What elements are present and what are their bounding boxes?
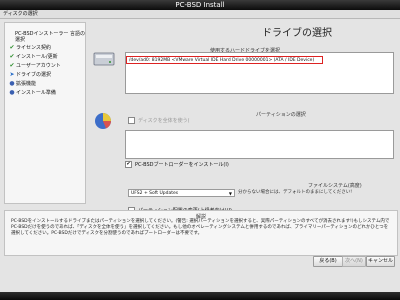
partition-section-label: パーティションの選択	[256, 112, 306, 118]
use-entire-disk-checkbox[interactable]: ディスクを全体を使う(	[128, 117, 190, 124]
pie-chart-icon	[91, 110, 117, 132]
partition-list[interactable]	[125, 130, 394, 159]
checkmark-icon: ✔	[9, 62, 15, 69]
bullet-icon: ●	[9, 80, 15, 87]
sidebar-heading: PC-BSDインストーラー 言語の選択	[15, 31, 85, 43]
sidebar-item-user-account: ✔ ユーザーアカウント	[5, 61, 85, 70]
sidebar-item-label: ユーザーアカウント	[16, 63, 61, 69]
filesystem-select[interactable]: UFS2 + Soft Updates ▼	[128, 189, 235, 197]
back-button[interactable]: 戻る(B)	[313, 256, 343, 267]
sidebar-item-label: 拡張機能	[16, 81, 37, 87]
next-button[interactable]: 次へ(N)	[342, 256, 366, 267]
sidebar-item-label: インストール/更新	[16, 54, 58, 60]
bullet-icon: ●	[9, 89, 15, 96]
window-subtitle: ディスクの選択	[0, 10, 400, 19]
sidebar-item-label: ドライブの選択	[16, 72, 52, 78]
sidebar-item-install-prep: ● インストール準備	[5, 88, 85, 97]
sidebar-item-drive-selection: ➤ ドライブの選択	[5, 70, 85, 79]
help-text: PC-BSDをインストールするドライブまたはパーティションを選択してください。(…	[11, 219, 390, 236]
checkmark-icon[interactable]: ✔	[125, 161, 132, 168]
checkbox-box[interactable]	[128, 117, 135, 124]
sidebar-item-extensions: ● 拡張機能	[5, 79, 85, 88]
filesystem-selected-value: UFS2 + Soft Updates	[131, 191, 179, 196]
checkmark-icon: ✔	[9, 44, 15, 51]
sidebar-item-install-update: ✔ インストール/更新	[5, 52, 85, 61]
checkbox-label: ディスクを全体を使う(	[138, 118, 190, 124]
filesystem-hint: 分からない場合には、デフォルトのままにしてください!	[238, 190, 353, 195]
disk-list[interactable]: /dev/ad0: 8192MB <VMware Virtual IDE Har…	[125, 52, 394, 94]
page-title: ドライブの選択	[262, 28, 332, 39]
filesystem-section-label: ファイルシステム(高度)	[308, 183, 362, 189]
hard-drive-icon	[91, 48, 117, 70]
main-panel: ドライブの選択 使用するハードドライブを選択 /dev/ad0: 8192MB …	[88, 22, 396, 214]
taskbar	[0, 292, 400, 300]
sidebar-item-license: ✔ ライセンス契約	[5, 43, 85, 52]
disk-list-item[interactable]: /dev/ad0: 8192MB <VMware Virtual IDE Har…	[126, 56, 323, 64]
checkmark-icon: ✔	[9, 53, 15, 60]
install-bootloader-checkbox[interactable]: ✔ PC-BSDブートローダーをインストール(I)	[125, 161, 229, 168]
sidebar-item-label: ライセンス契約	[16, 45, 51, 51]
help-panel: 解説 PC-BSDをインストールするドライブまたはパーティションを選択してくださ…	[4, 210, 398, 256]
sidebar-item-label: インストール準備	[16, 90, 56, 96]
checkbox-label: PC-BSDブートローダーをインストール(I)	[135, 162, 229, 168]
arrow-right-icon: ➤	[9, 71, 15, 78]
chevron-down-icon[interactable]: ▼	[229, 190, 232, 198]
window-title: PC-BSD Install	[0, 0, 400, 10]
sidebar: PC-BSDインストーラー 言語の選択 ✔ ライセンス契約 ✔ インストール/更…	[4, 22, 86, 204]
installer-window: PC-BSD Install ディスクの選択 PC-BSDインストーラー 言語の…	[0, 0, 400, 300]
cancel-button[interactable]: キャンセル	[366, 256, 395, 267]
